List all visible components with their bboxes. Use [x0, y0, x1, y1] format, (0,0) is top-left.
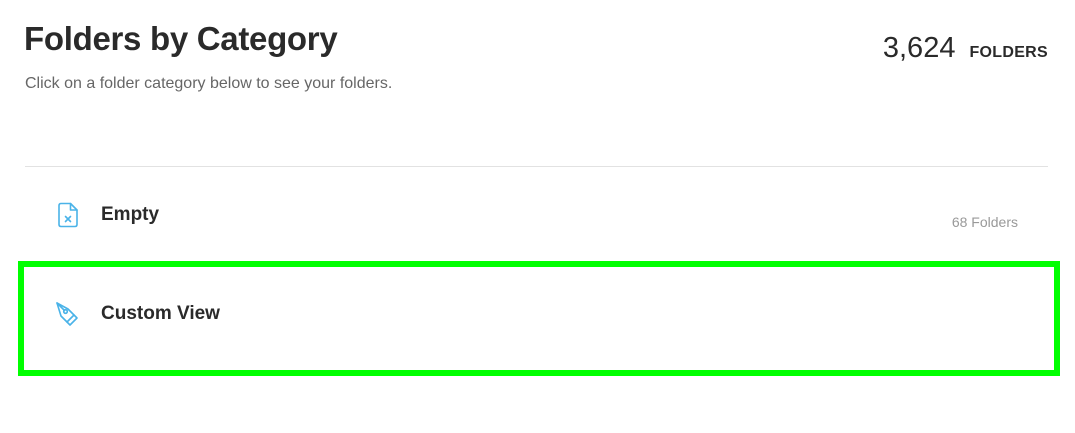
folder-total: 3,624 FOLDERS	[883, 32, 1048, 65]
pen-tool-icon	[55, 301, 81, 327]
empty-file-icon	[55, 202, 81, 228]
category-label: Empty	[101, 204, 160, 225]
folder-total-label: FOLDERS	[969, 44, 1048, 61]
divider	[25, 166, 1048, 167]
category-label: Custom View	[101, 303, 220, 324]
page-subtitle: Click on a folder category below to see …	[25, 75, 393, 92]
page-title: Folders by Category	[24, 20, 338, 57]
category-row-custom-view[interactable]: Custom View	[25, 266, 1048, 364]
folder-total-count: 3,624	[882, 32, 956, 64]
category-count: 68 Folders	[951, 214, 1018, 230]
category-row-empty[interactable]: Empty 68 Folders	[25, 168, 1048, 266]
